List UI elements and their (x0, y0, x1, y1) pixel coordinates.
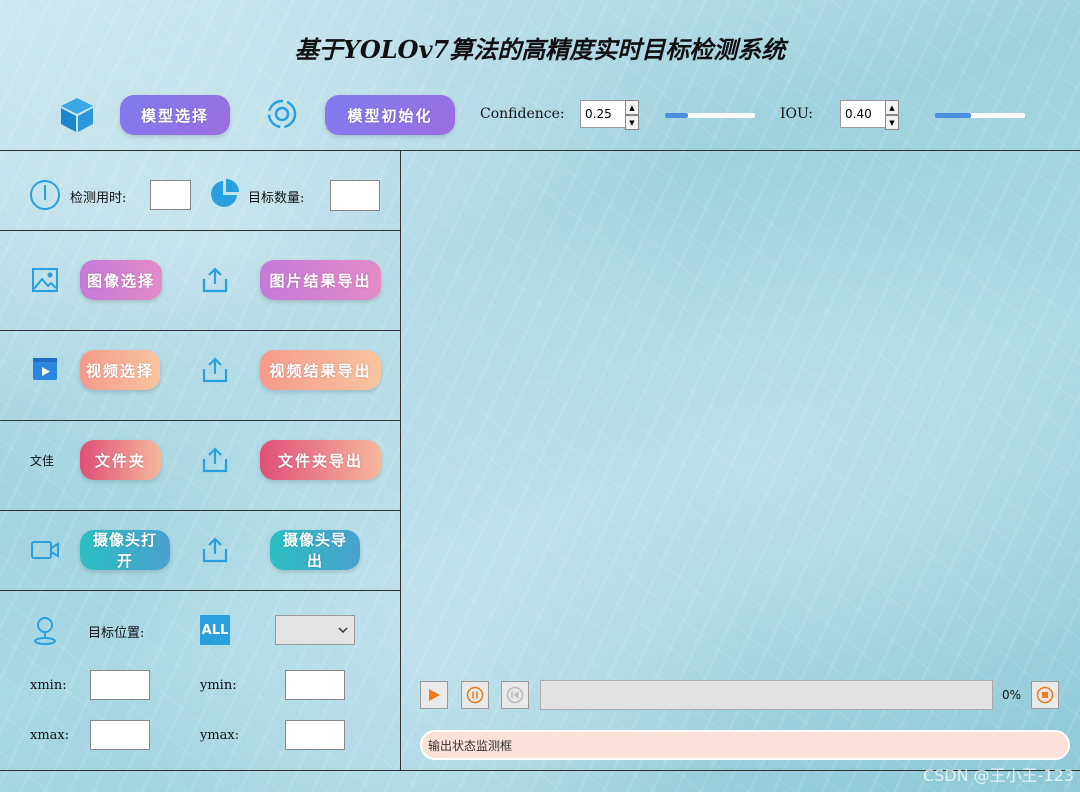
iou-spinner[interactable]: ▲ ▼ (885, 100, 899, 130)
confidence-label: Confidence: (480, 106, 565, 122)
status-placeholder: 输出状态监测框 (428, 738, 513, 753)
pie-chart-icon (211, 179, 239, 207)
ymax-field (285, 720, 345, 750)
upload-icon[interactable] (200, 445, 230, 475)
iou-spinbox[interactable]: 0.40 (840, 100, 886, 128)
confidence-spinbox[interactable]: 0.25 (580, 100, 626, 128)
video-select-button[interactable]: 视频选择 (80, 350, 160, 390)
folder-export-button[interactable]: 文件夹导出 (260, 440, 381, 480)
video-export-button[interactable]: 视频结果导出 (260, 350, 381, 390)
spin-down-icon[interactable]: ▼ (625, 115, 639, 130)
spin-down-icon[interactable]: ▼ (885, 115, 899, 130)
confidence-slider[interactable] (665, 113, 755, 118)
xmax-label: xmax: (30, 728, 70, 743)
iou-slider[interactable] (935, 113, 1025, 118)
divider (0, 510, 400, 511)
folder-select-button[interactable]: 文件夹 (80, 440, 161, 480)
model-init-button[interactable]: 模型初始化 (325, 95, 455, 135)
xmax-field (90, 720, 150, 750)
folder-label: 文佳 (30, 454, 55, 468)
xmin-label: xmin: (30, 678, 67, 693)
upload-icon[interactable] (200, 535, 230, 565)
play-icon (429, 689, 440, 701)
step-back-button[interactable] (501, 681, 529, 709)
ymin-label: ymin: (200, 678, 237, 693)
target-select-dropdown[interactable] (275, 615, 355, 645)
camera-open-button[interactable]: 摄像头打开 (80, 530, 170, 570)
stop-button[interactable] (1031, 681, 1059, 709)
image-icon (32, 268, 58, 292)
ymax-label: ymax: (200, 728, 240, 743)
divider (0, 770, 1080, 771)
time-value-field (150, 180, 191, 210)
iou-label: IOU: (780, 106, 814, 122)
ymin-field (285, 670, 345, 700)
spin-up-icon[interactable]: ▲ (625, 100, 639, 115)
cube-icon (61, 98, 93, 132)
spin-up-icon[interactable]: ▲ (885, 100, 899, 115)
count-value-field (330, 180, 380, 211)
target-position-label: 目标位置: (88, 626, 145, 641)
pause-button[interactable] (461, 681, 489, 709)
iou-slider-fill (935, 113, 971, 118)
image-export-button[interactable]: 图片结果导出 (260, 260, 381, 300)
time-label: 检测用时: (70, 191, 127, 206)
page-title: 基于YOLOv7算法的高精度实时目标检测系统 (294, 35, 786, 64)
count-label: 目标数量: (248, 191, 305, 206)
image-select-button[interactable]: 图像选择 (80, 260, 162, 300)
upload-icon[interactable] (200, 265, 230, 295)
play-button[interactable] (420, 681, 448, 709)
xmin-field (90, 670, 150, 700)
stop-icon (1036, 686, 1054, 704)
all-icon: ALL (200, 615, 230, 645)
all-icon-text: ALL (201, 622, 229, 638)
status-output-box[interactable]: 输出状态监测框 (420, 730, 1070, 760)
target-init-icon (267, 99, 297, 129)
detection-display-area (401, 151, 1080, 671)
progress-label: 0% (1002, 688, 1022, 702)
divider (0, 420, 400, 421)
divider (0, 590, 400, 591)
camera-icon (31, 541, 59, 559)
progress-bar[interactable] (540, 680, 993, 710)
divider (0, 230, 400, 231)
location-pin-icon (34, 617, 56, 645)
upload-icon[interactable] (200, 355, 230, 385)
pause-icon (466, 686, 484, 704)
clock-icon (30, 180, 60, 210)
confidence-spinner[interactable]: ▲ ▼ (625, 100, 639, 130)
confidence-slider-fill (665, 113, 688, 118)
chevron-down-icon (338, 627, 348, 634)
watermark: CSDN @王小王-123 (922, 766, 1074, 785)
skip-back-icon (506, 686, 524, 704)
divider (0, 330, 400, 331)
camera-export-button[interactable]: 摄像头导出 (270, 530, 360, 570)
model-select-button[interactable]: 模型选择 (120, 95, 230, 135)
video-icon (33, 358, 57, 380)
